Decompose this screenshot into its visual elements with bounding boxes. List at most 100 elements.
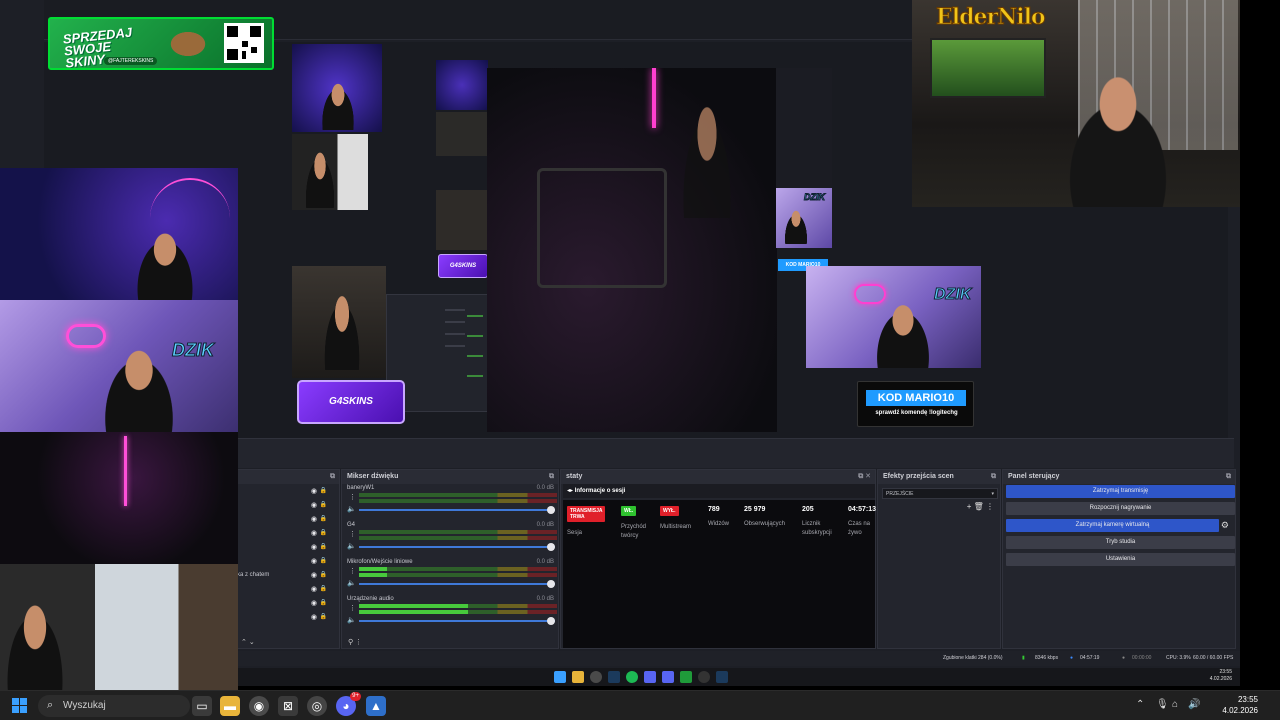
eye-icon[interactable]: ◉ [311,569,317,582]
taskbar-search[interactable]: ⌕ Wyszukaj [38,695,190,717]
promo-code: KOD MARIO10 [866,390,966,406]
volume-icon[interactable]: 🔊 [1188,699,1200,710]
more-icon[interactable]: ⋮ [355,639,362,646]
start-recording-button[interactable]: Rozpocznij nagrywanie [1006,502,1235,515]
more-icon[interactable]: ⋮ [349,530,356,538]
lock-icon[interactable]: 🔒 [320,555,327,568]
source-row[interactable]: ◉ 🔒 [233,513,339,526]
undock-icon[interactable]: ⧉ [549,470,554,484]
eye-icon[interactable]: ◉ [311,611,317,624]
source-row[interactable]: ◉ 🔒 [233,527,339,540]
lock-icon[interactable]: 🔒 [320,597,327,610]
undock-icon[interactable]: ⧉ [330,470,335,484]
lock-icon[interactable]: 🔒 [320,583,327,596]
source-row[interactable]: ka z chatem ◉ 🔒 [233,569,339,582]
lock-icon[interactable]: 🔒 [320,569,327,582]
arrow-up-icon[interactable]: ⌃ [241,639,247,646]
stat-viewers: 789 Widzów [708,506,730,527]
gear-icon[interactable]: ⚙ [1221,520,1229,531]
lock-icon[interactable]: 🔒 [320,541,327,554]
eye-icon[interactable]: ◉ [311,513,317,526]
chevron-up-icon[interactable]: ⌃ [1136,699,1144,710]
studio-mode-button[interactable]: Tryb studia [1006,536,1235,549]
undock-icon[interactable]: ⧉ [991,470,996,484]
eye-icon[interactable]: ◉ [311,485,317,498]
dock-controls-icon[interactable]: ⧉ ✕ [858,470,871,484]
eye-icon[interactable]: ◉ [311,583,317,596]
lock-icon[interactable]: 🔒 [320,513,327,526]
webcam-left-dark [0,432,238,564]
stop-virtual-camera-button[interactable]: Zatrzymaj kamerę wirtualną [1006,519,1219,532]
volume-slider[interactable] [359,580,555,588]
chrome-icon[interactable]: ◉ [249,696,269,716]
discord-icon[interactable]: ◕ 9+ [336,692,361,716]
source-row[interactable]: ◉ 🔒 [233,541,339,554]
nested-panel [776,68,832,188]
taskbar-clock[interactable]: 23:55 4.02.2026 [1222,694,1258,716]
arrow-down-icon[interactable]: ⌄ [249,639,255,646]
search-icon: ⌕ [47,699,54,711]
promo-code-box: KOD MARIO10 sprawdź komendę !logitechg [857,381,974,427]
task-view-icon[interactable]: ▭ [192,696,212,716]
webcam-left-hotel [0,564,238,696]
settings-button[interactable]: Ustawienia [1006,553,1235,566]
source-row[interactable]: ◉ 🔒 [233,611,339,624]
transition-select[interactable]: PRZEJŚCIE ▾ [882,488,998,499]
channel-db: 0.0 dB [536,559,554,565]
channel-name: Urządzenie audio [347,596,394,602]
lock-icon[interactable]: 🔒 [320,527,327,540]
windows-icon [554,671,566,683]
collapse-icon[interactable]: ◂▸ [567,488,573,494]
photos-icon[interactable]: ▲ [366,696,386,716]
lock-icon[interactable]: 🔒 [320,485,327,498]
source-row[interactable]: ◉ 🔒 [233,597,339,610]
person [782,208,810,244]
steam-icon [608,671,620,683]
link-icon[interactable]: ⚲ [348,639,353,646]
speaker-icon[interactable]: 🔈 [347,505,356,513]
volume-slider[interactable] [359,543,555,551]
source-row[interactable]: ◉ 🔒 [233,555,339,568]
volume-slider[interactable] [359,506,555,514]
source-row[interactable]: ◉ 🔒 [233,583,339,596]
eye-icon[interactable]: ◉ [311,555,317,568]
source-row[interactable]: ◉ 🔒 [233,499,339,512]
stats-dock: staty ⧉ ✕ ◂▸ Informacje o sesji TRANSMIS… [560,469,876,649]
speaker-icon[interactable]: 🔈 [347,542,356,550]
more-icon[interactable]: ⋮ [349,493,356,501]
speaker-icon[interactable]: 🔈 [347,579,356,587]
network-icon[interactable]: ⌂ [1172,699,1178,710]
level-meter [359,604,557,608]
eye-icon[interactable]: ◉ [311,597,317,610]
mini-webcam-streamer [292,266,386,378]
lock-icon[interactable]: 🔒 [320,499,327,512]
person [96,344,182,432]
more-icon[interactable]: ⋮ [349,567,356,575]
obs-icon [698,671,710,683]
microphone-icon[interactable]: 🎙 [1156,699,1169,710]
stream-status-icon: ● [1070,655,1074,661]
discord-badge: 9+ [350,692,361,701]
eye-icon[interactable]: ◉ [311,527,317,540]
stop-stream-button[interactable]: Zatrzymaj transmisję [1006,485,1235,498]
add-icon[interactable]: + [967,502,972,511]
file-explorer-icon[interactable]: ▬ [220,696,240,716]
obs-icon[interactable]: ◎ [307,696,327,716]
person [870,300,936,368]
more-icon[interactable]: ⋮ [986,502,994,511]
lock-icon[interactable]: 🔒 [320,611,327,624]
trash-icon[interactable]: 🗑 [974,502,984,511]
more-icon[interactable]: ⋮ [349,604,356,612]
undock-icon[interactable]: ⧉ [1226,470,1231,484]
stat-subs: 205 Licznik subskrypcji [802,506,832,536]
mini-webcam-neon [292,44,382,132]
eye-icon[interactable]: ◉ [311,499,317,512]
skins-ad-banner: SPRZEDAJ SWOJE SKINY @FAJTEREKSKINS [48,17,274,70]
source-row[interactable]: ◉ 🔒 [233,485,339,498]
neon-light [652,68,656,128]
eye-icon[interactable]: ◉ [311,541,317,554]
app-icon[interactable]: ⊠ [278,696,298,716]
volume-slider[interactable] [359,617,555,625]
windows-start-icon[interactable] [12,698,28,714]
speaker-icon[interactable]: 🔈 [347,616,356,624]
